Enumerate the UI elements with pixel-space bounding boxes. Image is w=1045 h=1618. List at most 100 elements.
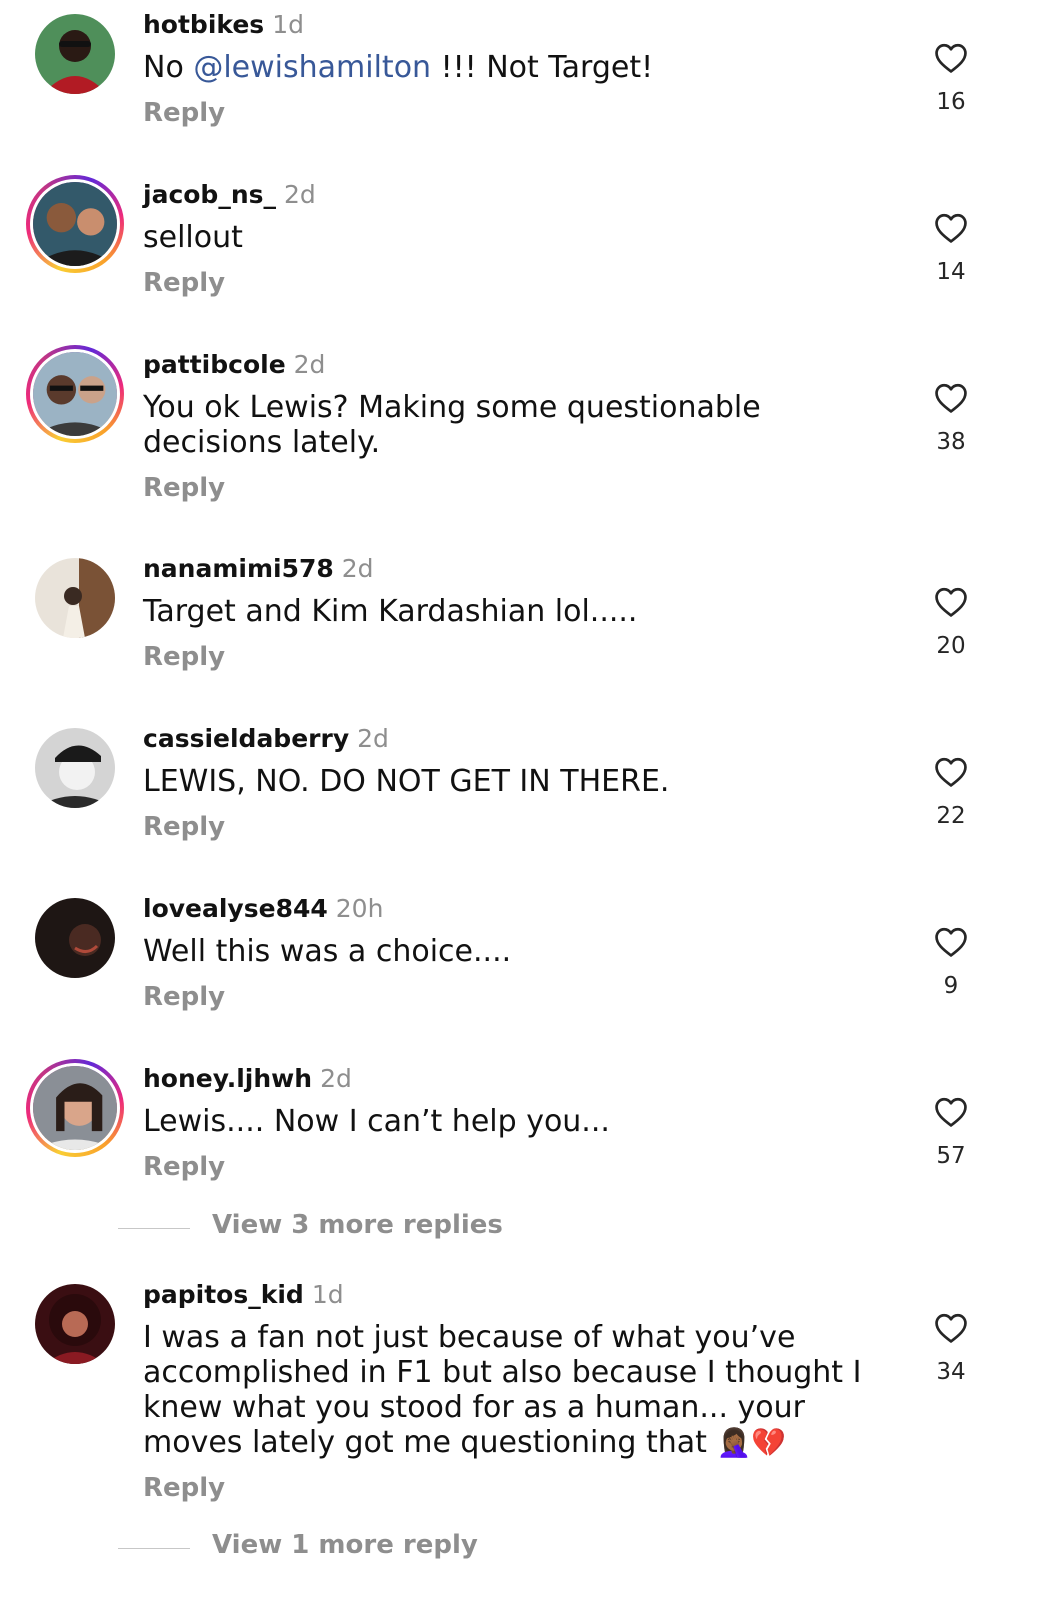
timestamp: 2d (341, 554, 374, 583)
reply-button[interactable]: Reply (143, 1473, 225, 1503)
username[interactable]: nanamimi578 (143, 554, 334, 583)
reply-button[interactable]: Reply (143, 473, 225, 503)
reply-button[interactable]: Reply (143, 982, 225, 1012)
view-more-replies-label[interactable]: View 3 more replies (212, 1210, 503, 1240)
username[interactable]: pattibcole (143, 350, 286, 379)
heart-outline-icon (935, 757, 967, 787)
comment-meta: cassieldaberry 2d (143, 722, 389, 756)
like-count: 16 (936, 89, 966, 115)
like-button[interactable] (928, 756, 974, 796)
heart-outline-icon (935, 927, 967, 957)
like-button[interactable] (928, 926, 974, 966)
comment-meta: hotbikes 1d (143, 8, 304, 42)
comment-item: lovealyse844 20h Well this was a choice..… (0, 884, 1045, 1054)
reply-button[interactable]: Reply (143, 268, 225, 298)
reply-button[interactable]: Reply (143, 98, 225, 128)
comment-text: Lewis.... Now I can’t help you... (143, 1104, 610, 1139)
heart-outline-icon (935, 1313, 967, 1343)
username[interactable]: cassieldaberry (143, 724, 349, 753)
comment-meta: lovealyse844 20h (143, 892, 383, 926)
comment-item: cassieldaberry 2d LEWIS, NO. DO NOT GET I… (0, 714, 1045, 884)
comment-item: jacob_ns_ 2d sellout Reply 14 (0, 170, 1045, 340)
like-button[interactable] (928, 586, 974, 626)
avatar-image-frame (33, 352, 117, 436)
comment-item: papitos_kid 1d I was a fan not just becau… (0, 1270, 1045, 1618)
timestamp: 1d (311, 1280, 344, 1309)
avatar-image (33, 352, 117, 436)
comment-emojis: 🤦🏾‍♀️💔 (716, 1426, 787, 1459)
comment-text-part: !!! Not Target! (431, 50, 654, 85)
timestamp: 2d (284, 180, 316, 209)
heart-outline-icon (935, 587, 967, 617)
avatar-image (35, 1284, 115, 1364)
like-count: 9 (943, 973, 959, 999)
username[interactable]: honey.ljhwh (143, 1064, 312, 1093)
username[interactable]: papitos_kid (143, 1280, 304, 1309)
like-button[interactable] (928, 1096, 974, 1136)
avatar-image (35, 898, 115, 978)
like-count: 22 (936, 803, 966, 829)
comment-item: honey.ljhwh 2d Lewis.... Now I can’t help… (0, 1054, 1045, 1270)
like-button[interactable] (928, 212, 974, 252)
heart-outline-icon (935, 383, 967, 413)
comment-text: Target and Kim Kardashian lol..... (143, 594, 638, 629)
avatar-image (33, 182, 117, 266)
avatar[interactable] (35, 728, 115, 808)
comment-meta: nanamimi578 2d (143, 552, 374, 586)
comment-text: I was a fan not just because of what you… (143, 1320, 903, 1460)
like-count: 34 (936, 1359, 966, 1385)
view-more-replies-label[interactable]: View 1 more reply (212, 1530, 478, 1560)
reply-button[interactable]: Reply (143, 1152, 225, 1182)
comment-meta: jacob_ns_ 2d (143, 178, 316, 212)
comment-item: hotbikes 1d No @lewishamilton !!! Not Tar… (0, 0, 1045, 170)
mention-link[interactable]: @lewishamilton (193, 50, 431, 85)
thread-line (118, 1548, 190, 1549)
comment-text: Well this was a choice.... (143, 934, 512, 969)
like-button[interactable] (928, 382, 974, 422)
username[interactable]: jacob_ns_ (143, 180, 276, 209)
avatar[interactable] (26, 175, 124, 273)
comment-meta: papitos_kid 1d (143, 1278, 344, 1312)
comment-text: sellout (143, 220, 243, 255)
timestamp: 2d (293, 350, 326, 379)
like-button[interactable] (928, 1312, 974, 1352)
reply-button[interactable]: Reply (143, 812, 225, 842)
comment-text: You ok Lewis? Making some questionable d… (143, 390, 761, 460)
thread-line (118, 1228, 190, 1229)
comment-text: No @lewishamilton !!! Not Target! (143, 50, 903, 85)
timestamp: 2d (357, 724, 389, 753)
heart-outline-icon (935, 43, 967, 73)
like-count: 14 (936, 259, 966, 285)
avatar-image (33, 1066, 117, 1150)
like-count: 38 (936, 429, 966, 455)
avatar[interactable] (35, 898, 115, 978)
avatar-image (35, 558, 115, 638)
like-count: 57 (936, 1143, 966, 1169)
comment-text: LEWIS, NO. DO NOT GET IN THERE. (143, 764, 670, 799)
username[interactable]: hotbikes (143, 10, 264, 39)
comment-meta: honey.ljhwh 2d (143, 1062, 352, 1096)
comment-item: pattibcole 2d You ok Lewis? Making some q… (0, 340, 1045, 544)
avatar-image (35, 728, 115, 808)
like-button[interactable] (928, 42, 974, 82)
timestamp: 1d (272, 10, 304, 39)
timestamp: 2d (320, 1064, 352, 1093)
like-count: 20 (936, 633, 966, 659)
view-more-replies[interactable]: View 1 more reply (118, 1528, 618, 1568)
avatar[interactable] (26, 1059, 124, 1157)
heart-outline-icon (935, 1097, 967, 1127)
reply-button[interactable]: Reply (143, 642, 225, 672)
comments-list: hotbikes 1d No @lewishamilton !!! Not Tar… (0, 0, 1045, 1618)
view-more-replies[interactable]: View 3 more replies (118, 1208, 618, 1248)
avatar[interactable] (26, 345, 124, 443)
comment-text-part: No (143, 50, 194, 85)
avatar-image (35, 14, 115, 94)
timestamp: 20h (335, 894, 384, 923)
avatar[interactable] (35, 14, 115, 94)
avatar-image-frame (33, 1066, 117, 1150)
avatar[interactable] (35, 558, 115, 638)
avatar-image-frame (33, 182, 117, 266)
avatar[interactable] (35, 1284, 115, 1364)
username[interactable]: lovealyse844 (143, 894, 328, 923)
heart-outline-icon (935, 213, 967, 243)
